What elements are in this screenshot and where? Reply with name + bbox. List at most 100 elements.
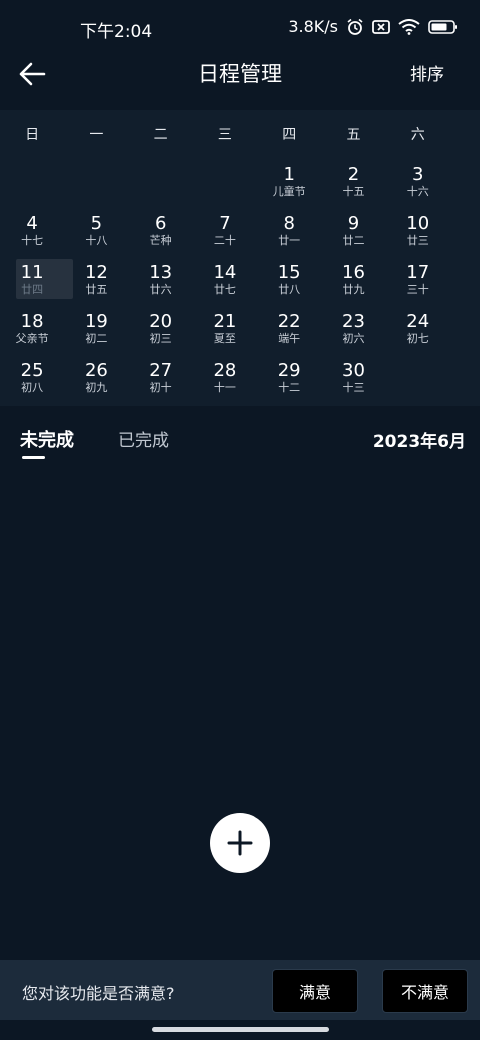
home-indicator[interactable]: [152, 1027, 329, 1032]
day-number: 4: [26, 213, 38, 234]
weekday-label: 三: [217, 127, 232, 143]
day-number: 17: [406, 262, 430, 283]
network-speed: 3.8K/s: [288, 17, 338, 36]
weekday-header: 日一二三四五六: [0, 110, 480, 158]
day-number: 9: [347, 213, 360, 234]
day-number: 10: [406, 213, 430, 234]
tab-complete[interactable]: 已完成: [118, 426, 169, 451]
calendar-day-5[interactable]: 5 十八: [64, 207, 128, 256]
empty-day-cell: [129, 158, 193, 207]
calendar-day-28[interactable]: 28 十一: [193, 354, 257, 403]
calendar-day-18[interactable]: 18 父亲节: [0, 305, 64, 354]
wifi-icon: [398, 18, 420, 35]
day-number: 1: [283, 164, 295, 185]
day-number: 23: [342, 311, 365, 332]
lunar-date: 廿二: [342, 234, 365, 247]
day-number: 18: [20, 311, 44, 332]
lunar-date: 初九: [85, 381, 108, 394]
day-number: 29: [277, 360, 301, 381]
calendar-day-23[interactable]: 23 初六: [321, 305, 385, 354]
calendar-day-1[interactable]: 1 儿童节: [257, 158, 321, 207]
calendar-day-2[interactable]: 2 十五: [321, 158, 385, 207]
alarm-icon: [347, 18, 363, 35]
lunar-date: 廿三: [406, 234, 429, 247]
lunar-date: 初二: [85, 332, 108, 345]
page-title: 日程管理: [198, 62, 282, 86]
status-time: 下午2:04: [80, 22, 153, 42]
tab-indicator: [22, 456, 45, 459]
lunar-date: 父亲节: [15, 332, 49, 345]
feedback-question: 您对该功能是否满意?: [22, 984, 175, 1003]
sort-button[interactable]: 排序: [410, 60, 444, 85]
lunar-date: 廿六: [149, 283, 172, 296]
day-number: 12: [84, 262, 108, 283]
calendar-day-25[interactable]: 25 初八: [0, 354, 64, 403]
satisfied-button[interactable]: 满意: [272, 969, 358, 1013]
calendar-day-9[interactable]: 9 廿二: [321, 207, 385, 256]
calendar-day-15[interactable]: 15 廿八: [257, 256, 321, 305]
lunar-date: 廿九: [342, 283, 365, 296]
calendar-day-30[interactable]: 30 十三: [321, 354, 385, 403]
lunar-date: 芒种: [149, 234, 172, 247]
calendar-day-20[interactable]: 20 初三: [129, 305, 193, 354]
day-number: 22: [277, 311, 301, 332]
add-schedule-button[interactable]: [210, 813, 270, 873]
calendar-day-16[interactable]: 16 廿九: [321, 256, 385, 305]
back-arrow-icon: [19, 62, 46, 86]
weekday-label: 一: [89, 127, 104, 143]
feedback-bar: 您对该功能是否满意? 满意 不满意: [0, 960, 480, 1020]
weekday-label: 二: [153, 127, 168, 143]
calendar-day-19[interactable]: 19 初二: [64, 305, 128, 354]
empty-day-cell: [64, 158, 128, 207]
calendar-day-11[interactable]: 11 廿四: [0, 256, 73, 305]
day-number: 21: [213, 311, 237, 332]
calendar-day-12[interactable]: 12 廿五: [64, 256, 128, 305]
lunar-date: 廿七: [213, 283, 236, 296]
unsatisfied-button[interactable]: 不满意: [382, 969, 468, 1013]
lunar-date: 端午: [278, 332, 301, 345]
lunar-date: 初七: [406, 332, 429, 345]
day-number: 30: [342, 360, 365, 381]
day-number: 24: [406, 311, 430, 332]
lunar-date: 夏至: [213, 332, 236, 345]
lunar-date: 十五: [342, 185, 365, 198]
day-number: 19: [84, 311, 108, 332]
calendar-day-27[interactable]: 27 初十: [129, 354, 193, 403]
calendar-day-4[interactable]: 4 十七: [0, 207, 64, 256]
day-number: 8: [283, 213, 295, 234]
calendar-day-10[interactable]: 10 廿三: [386, 207, 450, 256]
back-button[interactable]: [14, 56, 50, 92]
plus-icon: [227, 830, 253, 856]
day-number: 25: [20, 360, 44, 381]
day-number: 5: [90, 213, 103, 234]
lunar-date: 廿五: [85, 283, 108, 296]
calendar-day-13[interactable]: 13 廿六: [129, 256, 193, 305]
weekday-label: 六: [410, 127, 425, 143]
calendar-day-21[interactable]: 21 夏至: [193, 305, 257, 354]
weekday-label: 五: [346, 127, 361, 143]
empty-day-cell: [193, 158, 257, 207]
calendar-day-17[interactable]: 17 三十: [386, 256, 450, 305]
calendar-day-6[interactable]: 6 芒种: [129, 207, 193, 256]
day-number: 16: [342, 262, 365, 283]
calendar-day-14[interactable]: 14 廿七: [193, 256, 257, 305]
calendar-day-3[interactable]: 3 十六: [386, 158, 450, 207]
calendar-day-26[interactable]: 26 初九: [64, 354, 128, 403]
day-number: 14: [213, 262, 237, 283]
lunar-date: 初六: [342, 332, 365, 345]
lunar-date: 十三: [342, 381, 365, 394]
weekday-label: 日: [25, 127, 40, 143]
lunar-date: 十一: [213, 381, 236, 394]
calendar-day-7[interactable]: 7 二十: [193, 207, 257, 256]
calendar-grid: 1 儿童节 2 十五 3 十六 4 十七 5 十八 6 芒种 7 二十 8 廿一 9 廿二 10 廿三 11 廿四 12 廿五…: [0, 158, 480, 403]
battery-icon: [428, 19, 457, 34]
day-number: 26: [84, 360, 108, 381]
tab-incomplete[interactable]: 未完成: [20, 426, 74, 452]
calendar-day-24[interactable]: 24 初七: [386, 305, 450, 354]
month-label: 2023年6月: [372, 432, 466, 452]
status-tabs: 未完成 已完成 2023年6月: [0, 420, 480, 468]
calendar-day-29[interactable]: 29 十二: [257, 354, 321, 403]
calendar-day-8[interactable]: 8 廿一: [257, 207, 321, 256]
calendar-day-22[interactable]: 22 端午: [257, 305, 321, 354]
calendar: 日一二三四五六 1 儿童节 2 十五 3 十六 4 十七 5 十八 6 芒种 7 二十 8 廿一 9 廿二 10 廿三…: [0, 110, 480, 406]
